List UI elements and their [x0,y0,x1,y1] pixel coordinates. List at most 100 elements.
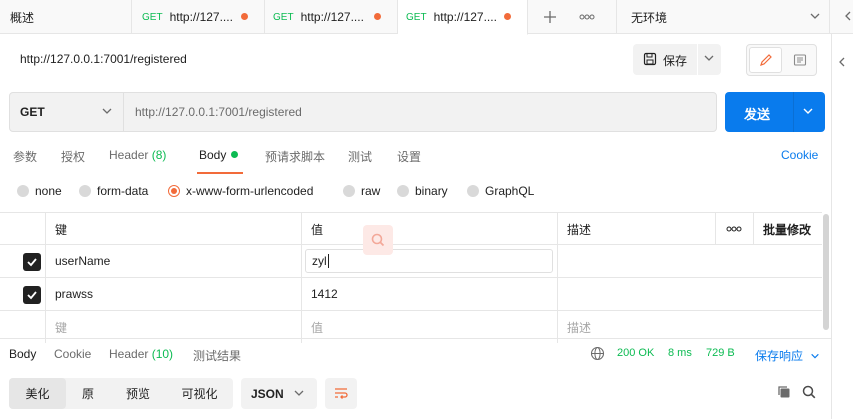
unsaved-dot-icon [504,13,511,20]
unsaved-dot-icon [241,13,248,20]
checkmark-icon [27,291,37,300]
radio-icon [467,185,479,197]
row-key[interactable]: prawss [45,278,301,310]
new-tab-plus-icon[interactable] [540,7,560,27]
radio-icon [17,185,29,197]
table-row-placeholder: 键 值 描述 [0,311,822,344]
collapse-chevron-left-icon[interactable] [837,56,847,71]
view-mode-visualize[interactable]: 可视化 [166,378,233,409]
row-description[interactable] [557,278,822,310]
format-value: JSON [251,387,284,401]
right-sidebar-rail [831,34,853,419]
wrap-lines-icon[interactable] [325,378,357,409]
format-select[interactable]: JSON [241,378,317,409]
response-tab-test-results[interactable]: 测试结果 [193,347,241,364]
globe-icon[interactable] [590,346,605,364]
response-time[interactable]: 8 ms [668,347,692,359]
response-size[interactable]: 729 B [706,347,735,359]
tab-method: GET [406,11,427,23]
chevron-down-icon [293,387,305,402]
tab-body[interactable]: Body [199,148,239,162]
tab-tests[interactable]: 测试 [348,148,372,165]
row-checkbox[interactable] [23,253,41,271]
tab-label: http://127.... [169,10,233,24]
row-value: zyl [312,254,327,268]
column-options-icon[interactable] [715,213,753,245]
environment-selector[interactable]: 无环境 [616,0,830,34]
send-button[interactable]: 发送 [725,92,825,132]
response-tab-body[interactable]: Body [9,347,36,361]
tab-settings[interactable]: 设置 [397,148,421,165]
body-type-label: raw [361,184,381,198]
tab-overview[interactable]: 概述 [0,0,132,34]
text-caret [327,254,329,268]
checkmark-icon [27,258,37,267]
search-icon[interactable] [801,384,817,403]
radio-icon [79,185,91,197]
save-label: 保存 [663,54,688,68]
body-type-form-data[interactable]: form-data [79,184,148,198]
chevron-left-icon[interactable] [843,10,853,25]
save-options-chevron-down-icon[interactable] [703,52,715,67]
floating-search-icon[interactable] [363,225,393,255]
request-title[interactable]: http://127.0.0.1:7001/registered [20,52,187,66]
response-tab-headers[interactable]: Header (10) [109,347,173,361]
cookie-link[interactable]: Cookie [781,148,818,162]
row-checkbox[interactable] [23,286,41,304]
view-mode-pretty[interactable]: 美化 [9,378,66,409]
view-mode-preview[interactable]: 预览 [110,378,166,409]
tab-request-2[interactable]: GET http://127.... [265,0,398,34]
tab-request-1[interactable]: GET http://127.... [132,0,265,34]
body-type-label: GraphQL [485,184,535,198]
more-tabs-icon[interactable] [577,7,597,27]
params-table: 键 值 描述 批量修改 userName zyl prawss 1412 键 值… [0,212,822,343]
view-mode-raw[interactable]: 原 [66,378,110,409]
tab-pre-request-script[interactable]: 预请求脚本 [265,148,325,165]
table-row: userName zyl [0,245,822,278]
tab-request-3-active[interactable]: GET http://127.... [398,0,528,35]
radio-selected-icon [168,185,180,197]
response-tab-headers-label: Header [109,347,149,361]
tab-headers[interactable]: Header (8) [109,148,166,162]
send-label: 发送 [744,107,771,122]
tab-params[interactable]: 参数 [13,148,37,165]
tab-method: GET [273,11,294,23]
save-button[interactable]: 保存 [633,44,721,75]
body-type-none[interactable]: none [17,184,62,198]
method-select[interactable]: GET [10,93,124,131]
row-value-input[interactable]: zyl [305,249,553,273]
body-type-label: form-data [97,184,149,198]
response-tab-cookie[interactable]: Cookie [54,347,91,361]
row-description[interactable] [557,245,822,277]
url-input[interactable]: http://127.0.0.1:7001/registered [125,93,716,131]
chevron-down-icon [811,353,820,359]
tab-auth[interactable]: 授权 [61,148,85,165]
unsaved-dot-icon [374,13,381,20]
url-bar: GET http://127.0.0.1:7001/registered [9,92,717,132]
column-key-header: 键 [45,213,301,245]
table-scrollbar[interactable] [823,214,829,330]
body-type-urlencoded[interactable]: x-www-form-urlencoded [168,184,313,198]
tab-method: GET [142,11,163,23]
copy-icon[interactable] [776,384,792,403]
bulk-edit-button[interactable]: 批量修改 [753,213,822,245]
view-mode-segmented: 美化 原 预览 可视化 [9,378,233,409]
body-type-binary[interactable]: binary [397,184,448,198]
row-key[interactable]: userName [45,245,301,277]
status-code[interactable]: 200 OK [617,347,654,359]
save-response-button[interactable]: 保存响应 [755,347,820,364]
body-type-graphql[interactable]: GraphQL [467,184,534,198]
tab-label: http://127.... [300,10,364,24]
edit-pencil-icon[interactable] [749,47,782,73]
body-type-raw[interactable]: raw [343,184,380,198]
documentation-icon[interactable] [785,47,815,73]
body-type-label: none [35,184,62,198]
save-disk-icon [643,52,657,69]
send-options-chevron-down-icon[interactable] [802,105,814,120]
save-response-label: 保存响应 [755,349,804,363]
row-value[interactable]: 1412 [301,278,557,310]
view-mode-toggle [746,44,817,76]
chevron-down-icon [101,105,113,120]
tab-bar: 概述 GET http://127.... GET http://127....… [0,0,853,35]
divider [0,338,831,339]
